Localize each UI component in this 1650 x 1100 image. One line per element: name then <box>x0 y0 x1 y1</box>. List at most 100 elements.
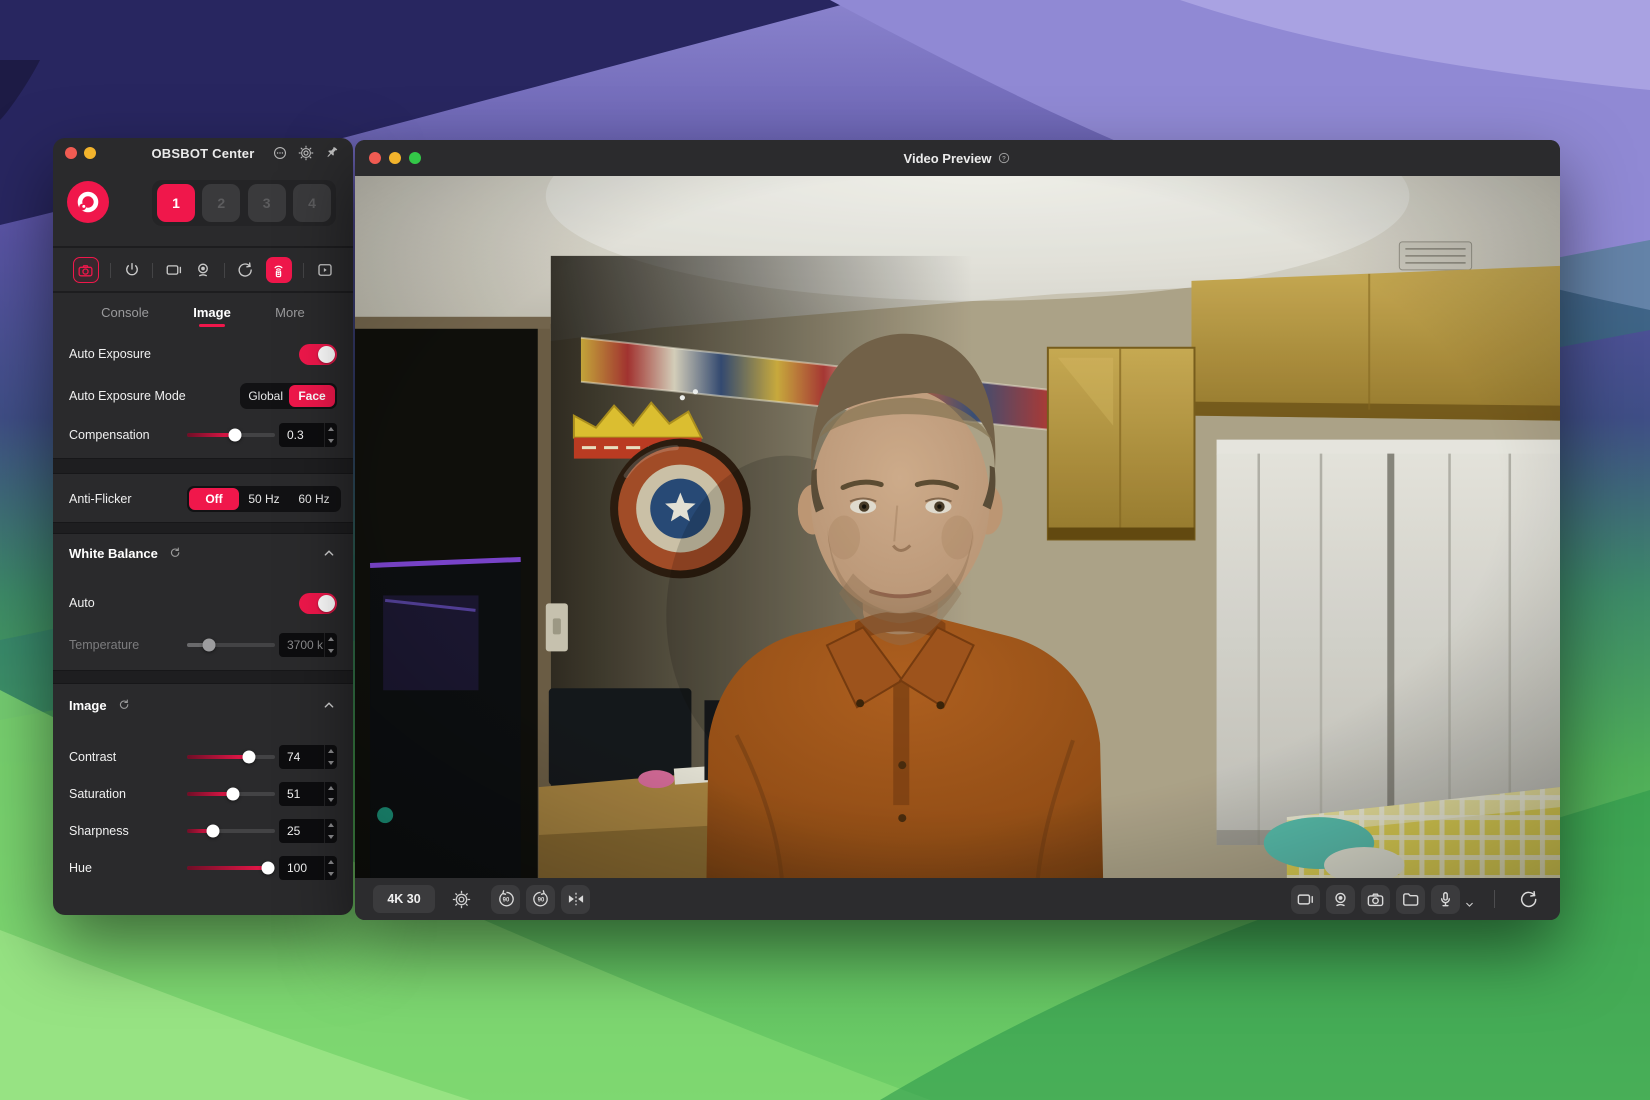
reset-icon[interactable] <box>168 546 182 560</box>
power-icon[interactable] <box>123 261 141 279</box>
stepper-up-button[interactable] <box>325 856 337 868</box>
remote-icon[interactable] <box>265 257 292 283</box>
tab-more[interactable]: More <box>273 297 307 328</box>
divider <box>53 246 353 248</box>
ae-mode-face-button[interactable]: Face <box>289 385 335 407</box>
stepper-down-button[interactable] <box>325 757 337 769</box>
stepper-up-button[interactable] <box>325 633 337 645</box>
minimize-button[interactable] <box>84 147 96 159</box>
stepper-up-button[interactable] <box>325 745 337 757</box>
svg-text:90: 90 <box>537 897 544 903</box>
hue-slider[interactable] <box>187 861 275 874</box>
obsbot-center-window: OBSBOT Center 1 2 3 4 Console Image More… <box>53 138 353 915</box>
pin-icon[interactable] <box>324 145 341 162</box>
camera-icon[interactable] <box>72 257 99 283</box>
hue-value: 100 <box>287 860 308 875</box>
ae-mode-global-button[interactable]: Global <box>242 385 289 407</box>
stepper-down-button[interactable] <box>325 794 337 806</box>
rotate-cw-90-icon[interactable]: 90 <box>526 884 555 914</box>
virtual-display-icon[interactable] <box>1291 884 1320 914</box>
hue-value-box[interactable]: 100 <box>279 855 337 880</box>
stepper <box>324 818 337 843</box>
resolution-button[interactable]: 4K 30 <box>373 885 435 913</box>
saturation-slider[interactable] <box>187 787 275 800</box>
stepper-up-button[interactable] <box>325 423 337 435</box>
settings-gear-icon[interactable] <box>298 145 315 162</box>
anti-flicker-50hz-button[interactable]: 50 Hz <box>239 488 289 510</box>
preset-button-2[interactable]: 2 <box>202 184 241 222</box>
temperature-value: 3700 k <box>287 638 324 652</box>
rotate-ccw-90-icon[interactable]: 90 <box>491 884 520 914</box>
snapshot-camera-icon[interactable] <box>1361 884 1390 914</box>
svg-text:90: 90 <box>502 897 509 903</box>
zoom-button[interactable] <box>409 152 421 164</box>
temperature-slider <box>187 638 275 652</box>
auto-exposure-label: Auto Exposure <box>69 347 151 361</box>
stepper-down-button[interactable] <box>325 831 337 843</box>
stepper-down-button[interactable] <box>325 435 337 447</box>
minimize-button[interactable] <box>389 152 401 164</box>
tab-console[interactable]: Console <box>99 297 151 328</box>
toolbar-separator <box>152 262 153 278</box>
preview-bottom-bar: 4K 30 90 90 <box>355 878 1560 920</box>
preset-button-1[interactable]: 1 <box>157 184 195 222</box>
auto-exposure-toggle[interactable] <box>299 343 337 365</box>
reset-icon[interactable] <box>117 698 131 712</box>
folder-icon[interactable] <box>1396 884 1425 914</box>
chevron-up-icon[interactable] <box>321 545 337 561</box>
preset-button-4[interactable]: 4 <box>292 184 331 222</box>
stepper-down-button[interactable] <box>325 868 337 880</box>
contrast-slider[interactable] <box>187 750 275 763</box>
close-button[interactable] <box>65 147 77 159</box>
anti-flicker-60hz-button[interactable]: 60 Hz <box>289 488 339 510</box>
expand-icon[interactable] <box>316 261 334 279</box>
chevron-down-icon[interactable] <box>1464 899 1475 910</box>
close-button[interactable] <box>369 152 381 164</box>
rotate-icon[interactable] <box>236 261 254 279</box>
microphone-icon[interactable] <box>1431 884 1460 914</box>
toolbar-separator <box>110 262 111 278</box>
bar-divider <box>1494 890 1495 908</box>
temperature-label: Temperature <box>69 638 140 652</box>
tab-image[interactable]: Image <box>191 297 233 328</box>
preset-button-3[interactable]: 3 <box>247 184 286 222</box>
saturation-row: Saturation 51 <box>53 775 353 812</box>
question-circle-icon[interactable]: ? <box>997 151 1011 165</box>
tab-bar: Console Image More <box>53 292 353 332</box>
compensation-value-box[interactable]: 0.3 <box>279 423 337 447</box>
slider-thumb[interactable] <box>242 750 256 763</box>
preset-group: 1 2 3 4 <box>152 180 336 226</box>
anti-flicker-off-button[interactable]: Off <box>189 488 239 510</box>
display-icon[interactable] <box>165 261 183 279</box>
section-gap <box>53 670 353 684</box>
flip-horizontal-icon[interactable] <box>561 884 590 914</box>
slider-thumb[interactable] <box>228 428 242 442</box>
preview-settings-gear-icon[interactable] <box>447 885 475 913</box>
chevron-up-icon[interactable] <box>321 697 337 713</box>
ae-mode-row: Auto Exposure Mode Global Face <box>53 376 353 416</box>
compensation-slider[interactable] <box>187 428 275 442</box>
temperature-row: Temperature 3700 k <box>53 626 353 664</box>
wb-auto-toggle[interactable] <box>299 592 337 614</box>
slider-thumb[interactable] <box>261 861 275 874</box>
compensation-row: Compensation 0.3 <box>53 416 353 454</box>
sharpness-value-box[interactable]: 25 <box>279 818 337 843</box>
saturation-value-box[interactable]: 51 <box>279 781 337 806</box>
slider-thumb[interactable] <box>206 824 220 837</box>
stepper-up-button[interactable] <box>325 782 337 794</box>
hue-row: Hue 100 <box>53 849 353 886</box>
stepper-down-button[interactable] <box>325 645 337 657</box>
anti-flicker-segmented: Off 50 Hz 60 Hz <box>187 486 341 512</box>
webcam-icon[interactable] <box>1326 884 1355 914</box>
stepper <box>324 744 337 769</box>
slider-thumb[interactable] <box>226 787 240 800</box>
stepper <box>324 633 337 657</box>
circle-ellipsis-icon[interactable] <box>272 145 289 162</box>
contrast-value: 74 <box>287 749 301 764</box>
webcam-icon[interactable] <box>194 261 212 279</box>
sharpness-slider[interactable] <box>187 824 275 837</box>
section-gap <box>53 458 353 474</box>
stepper-up-button[interactable] <box>325 819 337 831</box>
gimbal-refresh-icon[interactable] <box>1514 885 1542 913</box>
contrast-value-box[interactable]: 74 <box>279 744 337 769</box>
